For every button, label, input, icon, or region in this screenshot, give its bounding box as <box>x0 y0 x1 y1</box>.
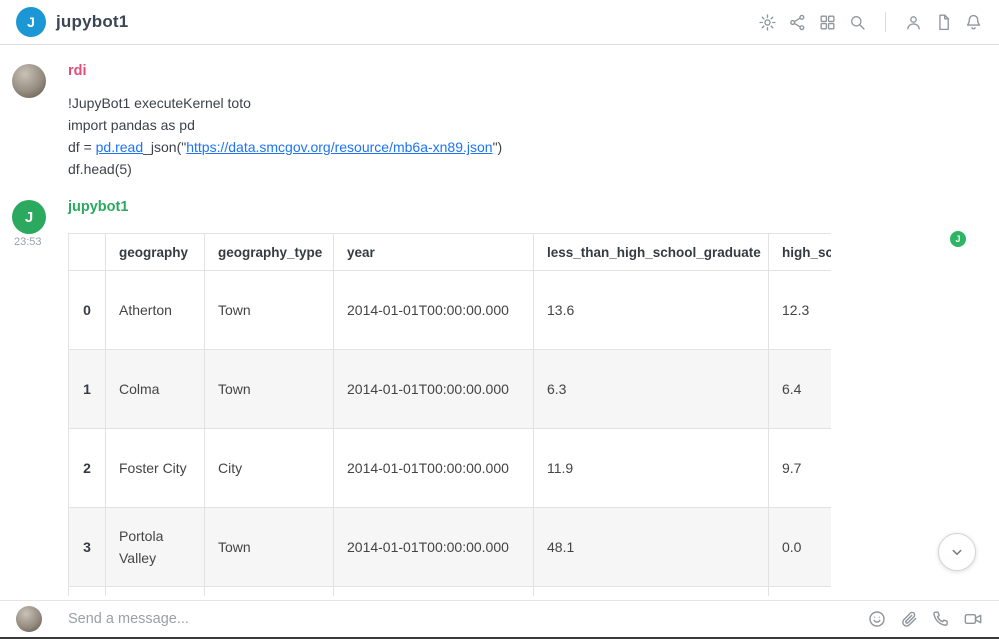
table-cell: Town <box>205 350 334 429</box>
table-cell: 6.4 <box>769 350 832 429</box>
user-icon[interactable] <box>904 13 923 32</box>
table-cell: 11.9 <box>534 429 769 508</box>
table-cell: 0.0 <box>769 508 832 587</box>
table-cell <box>334 587 534 597</box>
paperclip-icon[interactable] <box>899 609 919 629</box>
table-cell: 2014-01-01T00:00:00.000 <box>334 508 534 587</box>
video-camera-icon[interactable] <box>963 609 983 629</box>
table-cell: 0 <box>69 271 106 350</box>
table-header-cell <box>69 234 106 271</box>
table-cell: 12.3 <box>769 271 832 350</box>
table-cell <box>106 587 205 597</box>
table-header-cell: geography_type <box>205 234 334 271</box>
table-cell <box>769 587 832 597</box>
table-cell: Town <box>205 271 334 350</box>
table-cell: 2 <box>69 429 106 508</box>
table-cell: 2014-01-01T00:00:00.000 <box>334 350 534 429</box>
unread-badge: J <box>950 231 966 247</box>
table-cell <box>69 587 106 597</box>
message-line: import pandas as pd <box>68 114 999 136</box>
table-cell: 2014-01-01T00:00:00.000 <box>334 429 534 508</box>
table-cell: 1 <box>69 350 106 429</box>
top-bar-actions <box>758 12 983 32</box>
table-row: 0 Atherton Town 2014-01-01T00:00:00.000 … <box>69 271 832 350</box>
table-cell: 2014-01-01T00:00:00.000 <box>334 271 534 350</box>
table-cell: Town <box>205 508 334 587</box>
bell-icon[interactable] <box>964 13 983 32</box>
message-line: !JupyBot1 executeKernel toto <box>68 92 999 114</box>
table-cell: 13.6 <box>534 271 769 350</box>
emoji-icon[interactable] <box>867 609 887 629</box>
table-header-row: geography geography_type year less_than_… <box>69 234 832 271</box>
table-cell: 3 <box>69 508 106 587</box>
channel-title: jupybot1 <box>56 12 128 32</box>
code-text: _json(" <box>143 139 186 155</box>
username-jupybot1[interactable]: jupybot1 <box>68 199 128 219</box>
table-header-cell: geography <box>106 234 205 271</box>
top-bar: J jupybot1 <box>0 0 999 45</box>
table-cell <box>205 587 334 597</box>
table-cell: Foster City <box>106 429 205 508</box>
message-rdi: rdi !JupyBot1 executeKernel toto import … <box>12 62 999 180</box>
apps-grid-icon[interactable] <box>818 13 837 32</box>
table-row: 1 Colma Town 2014-01-01T00:00:00.000 6.3… <box>69 350 832 429</box>
table-header-cell: high_sc <box>769 234 832 271</box>
avatar-rdi[interactable] <box>12 64 46 98</box>
chat-area: rdi !JupyBot1 executeKernel toto import … <box>0 45 999 600</box>
message-line: df.head(5) <box>68 158 999 180</box>
message-input[interactable] <box>68 611 867 627</box>
chat-app-window: J jupybot1 <box>0 0 999 639</box>
message-line: df = pd.read_json("https://data.smcgov.o… <box>68 136 999 158</box>
dataset-url-link[interactable]: https://data.smcgov.org/resource/mb6a-xn… <box>186 139 492 155</box>
table-row: 2 Foster City City 2014-01-01T00:00:00.0… <box>69 429 832 508</box>
table-cell: Atherton <box>106 271 205 350</box>
table-row <box>69 587 832 597</box>
code-text: df = <box>68 139 96 155</box>
table-header-cell: year <box>334 234 534 271</box>
search-icon[interactable] <box>848 13 867 32</box>
pd-read-link[interactable]: pd.read <box>96 139 143 155</box>
share-icon[interactable] <box>788 13 807 32</box>
avatar-jupybot1[interactable]: J <box>12 200 46 234</box>
composer-actions <box>867 609 983 629</box>
table-cell: Colma <box>106 350 205 429</box>
gear-icon[interactable] <box>758 13 777 32</box>
message-jupybot1: J 23:53 jupybot1 geography <box>12 198 999 596</box>
table-header-cell: less_than_high_school_graduate <box>534 234 769 271</box>
scroll-to-bottom-button[interactable] <box>938 533 976 571</box>
table-cell: 9.7 <box>769 429 832 508</box>
self-avatar[interactable] <box>16 606 42 632</box>
file-icon[interactable] <box>934 13 953 32</box>
dataframe-table: geography geography_type year less_than_… <box>68 233 831 596</box>
phone-icon[interactable] <box>931 609 951 629</box>
table-row: 3 Portola Valley Town 2014-01-01T00:00:0… <box>69 508 832 587</box>
chevron-down-icon <box>947 542 967 562</box>
table-cell: Portola Valley <box>106 508 205 587</box>
username-rdi[interactable]: rdi <box>68 63 87 83</box>
message-composer <box>0 600 999 637</box>
channel-avatar[interactable]: J <box>16 7 46 37</box>
table-cell: 6.3 <box>534 350 769 429</box>
table-cell: City <box>205 429 334 508</box>
table-cell: 48.1 <box>534 508 769 587</box>
message-timestamp: 23:53 <box>14 236 42 248</box>
table-cell <box>534 587 769 597</box>
icon-divider <box>885 12 886 32</box>
code-text: ") <box>493 139 503 155</box>
